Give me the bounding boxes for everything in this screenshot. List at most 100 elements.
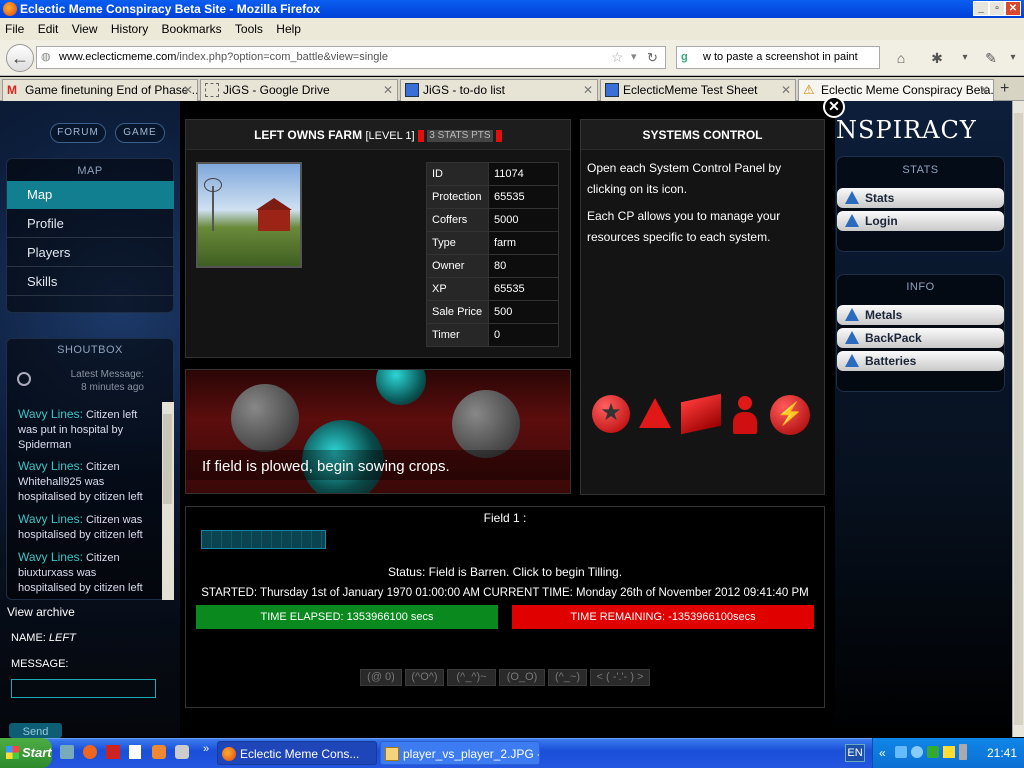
tab-label: JiGS - Google Drive <box>223 83 330 97</box>
star-icon[interactable]: ★ <box>592 395 630 433</box>
menu-bookmarks[interactable]: Bookmarks <box>157 18 227 40</box>
emoticon-button[interactable]: (^_~) <box>548 669 587 686</box>
quicklaunch-icon[interactable] <box>129 745 141 759</box>
nav-players[interactable]: Players <box>7 239 174 267</box>
quicklaunch-icon[interactable] <box>152 745 166 759</box>
bolt-icon[interactable]: ⚡ <box>770 395 810 435</box>
metals-button[interactable]: Metals <box>837 305 1004 325</box>
stat-value: 0 <box>488 323 559 347</box>
emoticon-button[interactable]: < ( -'.'- ) > <box>590 669 650 686</box>
tray-icon[interactable] <box>895 746 907 758</box>
emoticon-button[interactable]: (^_^)~ <box>447 669 496 686</box>
quicklaunch-icon[interactable] <box>60 745 74 759</box>
site-brand: NSPIRACY <box>836 116 977 144</box>
tray-icon[interactable] <box>911 746 923 758</box>
tray-icon[interactable] <box>927 746 939 758</box>
system-tray: « 21:41 <box>872 738 1024 768</box>
login-button[interactable]: Login <box>837 211 1004 231</box>
forum-button[interactable]: FORUM <box>50 123 106 143</box>
field-timestamps: STARTED: Thursday 1st of January 1970 01… <box>201 587 809 599</box>
triangle-icon <box>845 331 859 344</box>
backpack-button[interactable]: BackPack <box>837 328 1004 348</box>
back-button[interactable]: ← <box>6 44 34 72</box>
stat-key: Coffers <box>426 208 489 232</box>
tilling-progress-bar[interactable] <box>201 530 326 549</box>
message-input[interactable] <box>11 679 156 698</box>
tray-expand-icon[interactable]: « <box>879 738 886 768</box>
clock[interactable]: 21:41 <box>987 738 1017 768</box>
warning-icon: ⚠ <box>803 82 815 97</box>
emoticon-button[interactable]: (O_O) <box>499 669 545 686</box>
stat-row: Owner 80 <box>426 254 559 278</box>
menu-tools[interactable]: Tools <box>230 18 268 40</box>
language-indicator[interactable]: EN <box>845 744 865 762</box>
task-paint[interactable]: player_vs_player_2.JPG - ... <box>380 741 540 765</box>
tab-game-finetuning[interactable]: M Game finetuning End of Phase ... ✕ <box>2 79 198 101</box>
dropdown-arrow-icon[interactable]: ▾ <box>631 47 637 68</box>
close-icon[interactable]: ✕ <box>979 80 989 100</box>
new-tab-button[interactable]: + <box>1000 80 1009 98</box>
nav-map[interactable]: Map <box>7 181 174 209</box>
reload-icon[interactable]: ↻ <box>647 47 658 68</box>
shoutbox-scrollbar[interactable] <box>162 402 174 600</box>
url-bar[interactable]: ◍ www.eclecticmeme.com/index.php?option=… <box>36 46 666 69</box>
field-status[interactable]: Status: Field is Barren. Click to begin … <box>185 565 825 579</box>
close-icon[interactable]: ✕ <box>583 80 593 100</box>
addon-icon[interactable]: ✱ <box>928 49 946 67</box>
url-host: www.eclecticmeme.com <box>59 51 177 63</box>
signal-icon[interactable] <box>943 746 955 758</box>
close-window-button[interactable]: ✕ <box>1005 1 1021 16</box>
menu-help[interactable]: Help <box>271 18 306 40</box>
gmail-icon: M <box>7 83 17 97</box>
stats-button[interactable]: Stats <box>837 188 1004 208</box>
send-button[interactable]: Send <box>9 723 62 738</box>
person-icon[interactable] <box>733 396 757 434</box>
tab-test-sheet[interactable]: EclecticMeme Test Sheet ✕ <box>600 79 796 101</box>
task-firefox[interactable]: Eclectic Meme Cons... <box>217 741 377 765</box>
view-archive-link[interactable]: View archive <box>7 605 75 619</box>
tools-icon[interactable]: ✎ <box>982 49 1000 67</box>
emoticon-button[interactable]: (^O^) <box>405 669 444 686</box>
quicklaunch-icon[interactable] <box>175 745 189 759</box>
quicklaunch-icon[interactable] <box>83 745 97 759</box>
close-icon[interactable]: ✕ <box>383 80 393 100</box>
close-icon[interactable]: ✕ <box>183 80 193 100</box>
quicklaunch-icon[interactable] <box>106 745 120 759</box>
close-panel-button[interactable]: ✕ <box>823 96 845 118</box>
emoticon-button[interactable]: (@ 0) <box>360 669 402 686</box>
nav-profile[interactable]: Profile <box>7 210 174 238</box>
game-button[interactable]: GAME <box>115 123 165 143</box>
battery-icon[interactable] <box>959 744 967 760</box>
addon-menu-icon[interactable]: ▾ <box>956 49 974 67</box>
home-icon[interactable]: ⌂ <box>892 49 910 67</box>
menu-history[interactable]: History <box>106 18 153 40</box>
navigation-toolbar: ← ◍ www.eclecticmeme.com/index.php?optio… <box>0 40 1024 76</box>
bookmark-star-icon[interactable]: ☆ <box>611 47 624 68</box>
drive-icon <box>205 83 219 97</box>
molecule-icon[interactable] <box>639 398 671 428</box>
refresh-icon[interactable] <box>17 372 31 386</box>
systems-heading: SYSTEMS CONTROL <box>581 120 824 150</box>
batteries-button[interactable]: Batteries <box>837 351 1004 371</box>
stat-value: farm <box>488 231 559 255</box>
menu-edit[interactable]: Edit <box>33 18 64 40</box>
tools-menu-icon[interactable]: ▾ <box>1004 49 1022 67</box>
farm-heading: LEFT OWNS FARM <box>254 128 363 142</box>
tab-jigs-todo[interactable]: JiGS - to-do list ✕ <box>400 79 598 101</box>
farm-header: LEFT OWNS FARM [LEVEL 1] 3 STATS PTS <box>186 120 570 150</box>
nav-skills[interactable]: Skills <box>7 268 174 296</box>
stat-key: ID <box>426 162 489 186</box>
stat-value: 65535 <box>488 277 559 301</box>
tab-jigs-drive[interactable]: JiGS - Google Drive ✕ <box>200 79 398 101</box>
minimize-button[interactable]: _ <box>973 1 989 16</box>
menu-file[interactable]: File <box>0 18 29 40</box>
expand-icon[interactable]: » <box>203 743 209 755</box>
search-input[interactable]: w to paste a screenshot in paint <box>703 51 858 63</box>
menu-view[interactable]: View <box>67 18 103 40</box>
map-heading: MAP <box>77 165 103 177</box>
close-icon[interactable]: ✕ <box>781 80 791 100</box>
maximize-button[interactable]: ▫ <box>989 1 1005 16</box>
page-scrollbar[interactable] <box>1012 101 1024 737</box>
start-button[interactable]: Start <box>0 738 52 768</box>
search-field[interactable]: g w to paste a screenshot in paint <box>676 46 880 69</box>
